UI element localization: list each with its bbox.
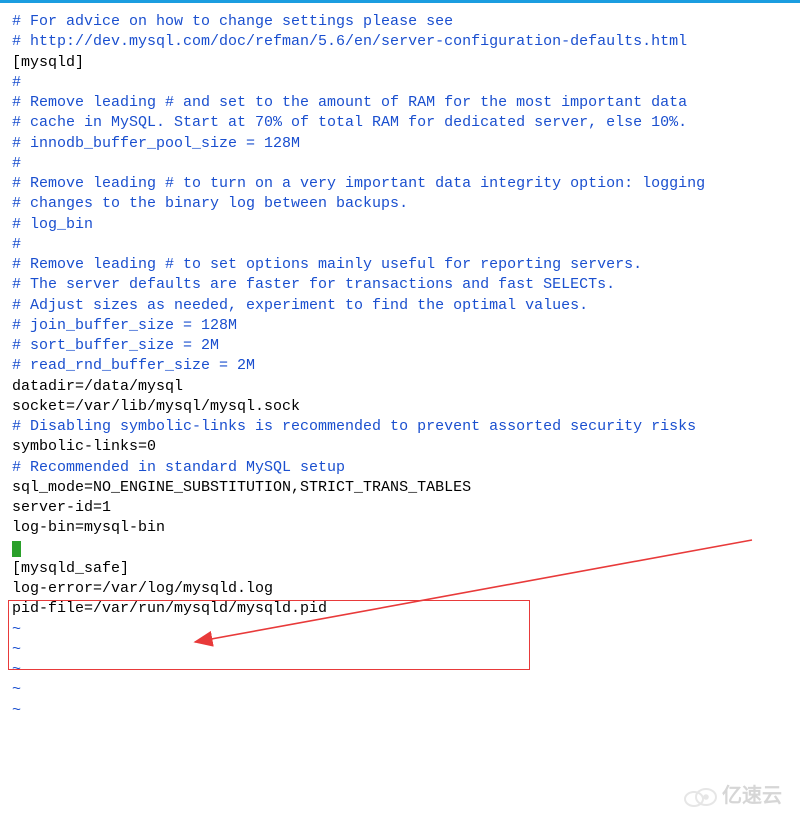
vim-tilde: ~ [12,661,21,678]
vim-tilde: ~ [12,641,21,658]
comment-text: # Adjust sizes as needed, experiment to … [12,297,588,314]
editor-line[interactable]: # http://dev.mysql.com/doc/refman/5.6/en… [12,32,788,52]
config-text: [mysqld] [12,54,84,71]
editor-line[interactable]: symbolic-links=0 [12,437,788,457]
comment-text: # Remove leading # to turn on a very imp… [12,175,705,192]
watermark: 亿速云 [682,783,782,810]
vim-tilde: ~ [12,702,21,719]
comment-text: # innodb_buffer_pool_size = 128M [12,135,300,152]
comment-text: # Remove leading # and set to the amount… [12,94,687,111]
editor-line[interactable]: # join_buffer_size = 128M [12,316,788,336]
editor-line[interactable]: pid-file=/var/run/mysqld/mysqld.pid [12,599,788,619]
editor-line[interactable]: # changes to the binary log between back… [12,194,788,214]
editor-line[interactable]: # The server defaults are faster for tra… [12,275,788,295]
cursor [12,541,21,557]
editor-line[interactable]: # Adjust sizes as needed, experiment to … [12,296,788,316]
comment-text: # Recommended in standard MySQL setup [12,459,345,476]
comment-text: # Remove leading # to set options mainly… [12,256,642,273]
config-text: socket=/var/lib/mysql/mysql.sock [12,398,300,415]
comment-text: # changes to the binary log between back… [12,195,408,212]
config-text: pid-file=/var/run/mysqld/mysqld.pid [12,600,327,617]
editor-line[interactable] [12,539,788,559]
comment-text: # The server defaults are faster for tra… [12,276,615,293]
window-titlebar [0,0,800,3]
editor-line[interactable]: # Remove leading # to set options mainly… [12,255,788,275]
editor-line[interactable]: log-error=/var/log/mysqld.log [12,579,788,599]
editor-line[interactable]: # [12,235,788,255]
config-text: log-error=/var/log/mysqld.log [12,580,273,597]
editor-line[interactable]: ~ [12,660,788,680]
editor-line[interactable]: log-bin=mysql-bin [12,518,788,538]
editor-line[interactable]: # cache in MySQL. Start at 70% of total … [12,113,788,133]
editor-content[interactable]: # For advice on how to change settings p… [12,12,788,721]
editor-line[interactable]: # Remove leading # and set to the amount… [12,93,788,113]
editor-line[interactable]: # sort_buffer_size = 2M [12,336,788,356]
editor-line[interactable]: sql_mode=NO_ENGINE_SUBSTITUTION,STRICT_T… [12,478,788,498]
editor-line[interactable]: ~ [12,640,788,660]
config-text: server-id=1 [12,499,111,516]
watermark-text: 亿速云 [722,783,782,810]
editor-line[interactable]: # [12,73,788,93]
editor-line[interactable]: # log_bin [12,215,788,235]
editor-line[interactable]: # Recommended in standard MySQL setup [12,458,788,478]
editor-line[interactable]: server-id=1 [12,498,788,518]
editor-line[interactable]: # For advice on how to change settings p… [12,12,788,32]
comment-text: # [12,155,21,172]
editor-line[interactable]: datadir=/data/mysql [12,377,788,397]
config-text: log-bin=mysql-bin [12,519,165,536]
comment-text: # join_buffer_size = 128M [12,317,237,334]
vim-tilde: ~ [12,621,21,638]
editor-line[interactable]: [mysqld] [12,53,788,73]
comment-text: # [12,236,21,253]
editor-line[interactable]: ~ [12,620,788,640]
editor-line[interactable]: # Remove leading # to turn on a very imp… [12,174,788,194]
comment-text: # Disabling symbolic-links is recommende… [12,418,696,435]
editor-line[interactable]: # read_rnd_buffer_size = 2M [12,356,788,376]
editor-line[interactable]: ~ [12,680,788,700]
editor-line[interactable]: socket=/var/lib/mysql/mysql.sock [12,397,788,417]
config-text: [mysqld_safe] [12,560,129,577]
comment-text: # http://dev.mysql.com/doc/refman/5.6/en… [12,33,687,50]
editor-line[interactable]: # Disabling symbolic-links is recommende… [12,417,788,437]
comment-text: # cache in MySQL. Start at 70% of total … [12,114,687,131]
comment-text: # For advice on how to change settings p… [12,13,453,30]
config-text: datadir=/data/mysql [12,378,183,395]
comment-text: # [12,74,21,91]
config-text: sql_mode=NO_ENGINE_SUBSTITUTION,STRICT_T… [12,479,471,496]
editor-line[interactable]: ~ [12,701,788,721]
vim-tilde: ~ [12,681,21,698]
editor-line[interactable]: [mysqld_safe] [12,559,788,579]
comment-text: # log_bin [12,216,93,233]
editor-line[interactable]: # innodb_buffer_pool_size = 128M [12,134,788,154]
editor-line[interactable]: # [12,154,788,174]
comment-text: # sort_buffer_size = 2M [12,337,219,354]
config-text: symbolic-links=0 [12,438,156,455]
comment-text: # read_rnd_buffer_size = 2M [12,357,255,374]
